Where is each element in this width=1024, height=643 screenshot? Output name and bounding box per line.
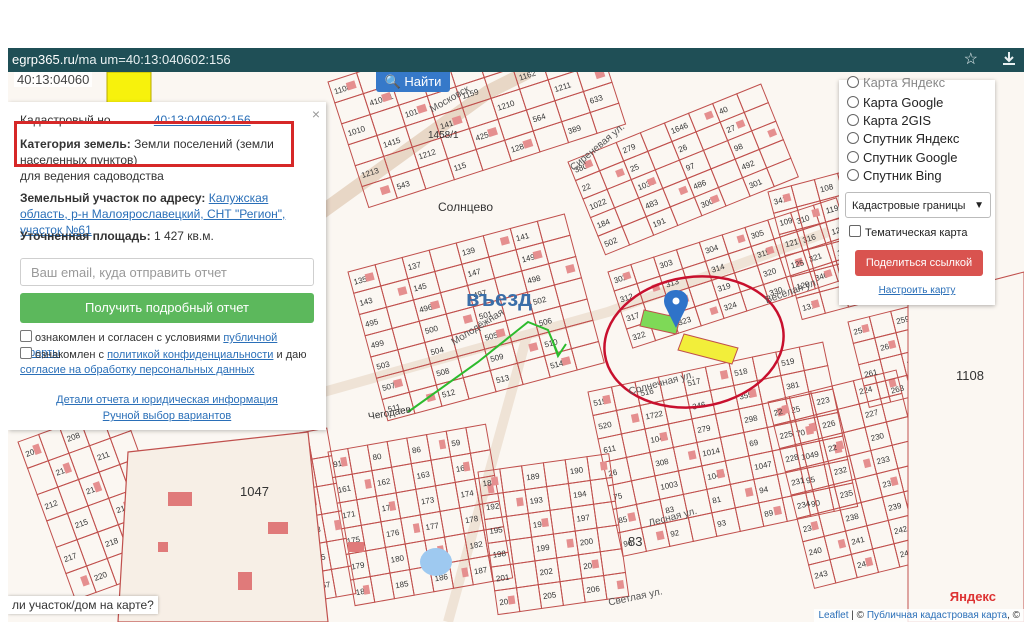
building: [599, 461, 608, 471]
parcel-number: 197: [576, 513, 591, 524]
checkbox-icon[interactable]: [20, 347, 32, 359]
find-property-prompt[interactable]: ли участок/дом на карте?: [8, 596, 158, 614]
building: [507, 595, 516, 605]
get-report-button[interactable]: Получить подробный отчет: [20, 293, 314, 323]
yandex-logo: Яндекс: [949, 589, 996, 604]
parcel-number: 198: [492, 549, 507, 560]
configure-map-link[interactable]: Настроить карту: [839, 285, 995, 296]
building: [516, 497, 524, 507]
parcel-label: 83: [628, 534, 643, 549]
search-button[interactable]: 🔍 Найти: [376, 72, 450, 92]
area-row: Уточненная площадь: 1 427 кв.м.: [20, 229, 214, 243]
parcel-number: 199: [536, 543, 551, 554]
bookmark-star-icon[interactable]: ☆: [964, 48, 978, 72]
building: [168, 492, 192, 506]
place-label: 1458/1: [428, 130, 459, 141]
map-layers-panel: Карта Яндекс Карта Google Карта 2GIS Спу…: [839, 75, 995, 305]
cadastral-search-input[interactable]: 40:13:04060: [14, 72, 93, 87]
building: [616, 580, 625, 590]
privacy-link[interactable]: политикой конфиденциальности: [107, 349, 273, 361]
manual-selection-link[interactable]: Ручной выбор вариантов: [8, 410, 326, 422]
land-usage: для ведения садоводства: [20, 169, 164, 183]
building: [268, 522, 288, 534]
checkbox-icon[interactable]: [20, 330, 32, 342]
download-icon[interactable]: [1000, 50, 1018, 68]
parcel-number: 206: [586, 584, 601, 595]
layer-option-2gis-map[interactable]: Карта 2GIS: [847, 112, 931, 130]
pkk-link[interactable]: Публичная кадастровая карта: [867, 610, 1007, 621]
parcel-number: 190: [569, 465, 584, 476]
layer-option-bing-satellite[interactable]: Спутник Bing: [847, 167, 942, 185]
pond: [420, 548, 452, 576]
chevron-down-icon: ▼: [974, 200, 984, 211]
overlay-select[interactable]: Кадастровые границы ▼: [845, 192, 991, 218]
layer-option-yandex-map[interactable]: Карта Яндекс: [847, 74, 945, 92]
parcel-number: 192: [485, 501, 500, 512]
parcel-number: 193: [529, 495, 544, 506]
parcel-number: 195: [489, 525, 504, 536]
parcel-number: 201: [495, 573, 510, 584]
data-processing-link[interactable]: согласие на обработку персональных данны…: [20, 364, 254, 376]
building: [348, 542, 364, 552]
search-icon: 🔍: [384, 74, 401, 89]
category-highlight-box: [14, 121, 294, 167]
layer-option-google-satellite[interactable]: Спутник Google: [847, 149, 958, 167]
share-link-button[interactable]: Поделиться ссылкой: [855, 250, 983, 276]
url-text[interactable]: egrp365.ru/ma um=40:13:040602:156: [12, 48, 231, 72]
building: [566, 538, 575, 548]
parcel-label: 1047: [240, 484, 269, 499]
leaflet-link[interactable]: Leaflet: [818, 610, 848, 621]
building: [158, 542, 168, 552]
parcel-number: 189: [526, 471, 541, 482]
place-label: Солнцево: [438, 200, 494, 214]
building: [591, 559, 600, 569]
layer-option-yandex-satellite[interactable]: Спутник Яндекс: [847, 130, 959, 148]
address-bar[interactable]: egrp365.ru/ma um=40:13:040602:156 ☆: [8, 48, 1024, 72]
parcel-number: 202: [539, 567, 554, 578]
layer-option-google-map[interactable]: Карта Google: [847, 94, 943, 112]
parcel-number: 194: [573, 489, 588, 500]
email-input[interactable]: Ваш email, куда отправить отчет: [20, 258, 314, 286]
building: [541, 517, 549, 528]
parcel-number: 205: [542, 590, 557, 601]
parcel-number: 200: [579, 537, 594, 548]
building: [238, 572, 252, 590]
parcel-label: 1108: [956, 368, 984, 383]
report-details-link[interactable]: Детали отчета и юридическая информация: [8, 394, 326, 406]
map-attribution: Leaflet | © Публичная кадастровая карта,…: [814, 609, 1024, 622]
privacy-consent-checkbox[interactable]: ознакомлен с политикой конфиденциальност…: [20, 347, 320, 378]
entrance-annotation: въезд: [466, 286, 533, 311]
building: [490, 476, 499, 486]
cadastral-map[interactable]: 11081109352/11014/120444104/110310121016…: [8, 72, 1024, 622]
thematic-map-checkbox[interactable]: Тематическая карта: [849, 225, 967, 239]
